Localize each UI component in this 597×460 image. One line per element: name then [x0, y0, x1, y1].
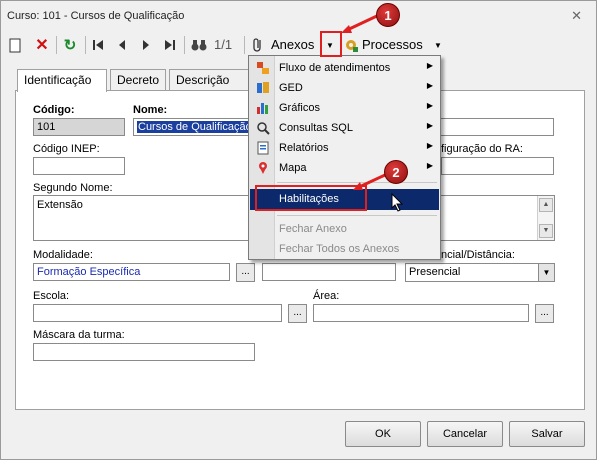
scroll-down-icon[interactable]: ▼: [539, 224, 553, 238]
codigo-inep-field[interactable]: [33, 157, 125, 175]
toolbar-separator: [244, 36, 245, 54]
unnamed-field[interactable]: [262, 263, 396, 281]
menu-item-label: Fluxo de atendimentos: [279, 62, 391, 74]
segundo-nome-text: Extensão: [37, 199, 83, 211]
menu-item-consultas-sql[interactable]: Consultas SQL ▶: [250, 118, 439, 138]
menu-item-label: Relatórios: [279, 142, 329, 154]
modalidade-lookup-button[interactable]: ...: [236, 263, 255, 282]
next-record-icon[interactable]: [139, 34, 153, 56]
report-icon: [257, 141, 269, 155]
config-ra-label: figuração do RA:: [441, 143, 523, 155]
scroll-up-icon[interactable]: ▲: [539, 198, 553, 212]
cancel-button[interactable]: Cancelar: [427, 421, 503, 447]
tab-decreto[interactable]: Decreto: [110, 69, 166, 90]
anexos-button[interactable]: Anexos: [271, 37, 314, 52]
map-pin-icon: [259, 162, 267, 174]
window-title: Curso: 101 - Cursos de Qualificação: [7, 10, 185, 22]
callout-2: 2: [384, 160, 408, 184]
close-icon[interactable]: ✕: [571, 8, 582, 24]
new-document-icon[interactable]: [7, 34, 23, 56]
escola-lookup-button[interactable]: ...: [288, 304, 307, 323]
processes-icon[interactable]: [343, 34, 359, 56]
menu-item-label: Mapa: [279, 162, 307, 174]
processos-dropdown-arrow[interactable]: ▼: [431, 34, 445, 56]
callout-1-arrow: [341, 13, 380, 33]
escola-field[interactable]: [33, 304, 282, 322]
anexos-dropdown-menu: Fluxo de atendimentos ▶ GED ▶ Gráficos ▶…: [248, 55, 441, 260]
submenu-arrow-icon: ▶: [426, 61, 433, 70]
presencial-label: ncial/Distância:: [441, 249, 515, 261]
modalidade-label: Modalidade:: [33, 249, 93, 261]
menu-item-graficos[interactable]: Gráficos ▶: [250, 98, 439, 118]
chart-icon: [257, 103, 268, 114]
submenu-arrow-icon: ▶: [426, 121, 433, 130]
binoculars-icon[interactable]: [189, 34, 209, 56]
submenu-arrow-icon: ▶: [426, 101, 433, 110]
chevron-down-icon[interactable]: ▼: [538, 264, 554, 281]
processos-button[interactable]: Processos: [362, 37, 423, 52]
nome-label: Nome:: [133, 104, 168, 116]
ged-icon: [257, 82, 269, 93]
presencial-value: Presencial: [409, 266, 461, 278]
mouse-cursor-icon: [391, 193, 404, 212]
mascara-field[interactable]: [33, 343, 255, 361]
course-window: Curso: 101 - Cursos de Qualificação ✕ ✕ …: [0, 0, 597, 460]
previous-record-icon[interactable]: [115, 34, 129, 56]
sql-icon: [257, 122, 270, 135]
menu-item-fechar-anexo: Fechar Anexo: [250, 219, 439, 239]
menu-item-label: Consultas SQL: [279, 122, 353, 134]
segundo-nome-scrollbar[interactable]: ▲ ▼: [537, 196, 554, 240]
modalidade-field[interactable]: Formação Específica: [33, 263, 230, 281]
menu-item-relatorios[interactable]: Relatórios ▶: [250, 138, 439, 158]
toolbar-separator: [184, 36, 185, 54]
menu-separator: [277, 215, 437, 216]
codigo-inep-label: Código INEP:: [33, 143, 100, 155]
menu-item-label: Gráficos: [279, 102, 320, 114]
menu-item-ged[interactable]: GED ▶: [250, 78, 439, 98]
menu-item-fluxo[interactable]: Fluxo de atendimentos ▶: [250, 58, 439, 78]
submenu-arrow-icon: ▶: [426, 81, 433, 90]
ok-button[interactable]: OK: [345, 421, 421, 447]
flow-icon: [257, 62, 269, 74]
first-record-icon[interactable]: [90, 34, 106, 56]
page-indicator: 1/1: [214, 37, 233, 52]
area-field[interactable]: [313, 304, 529, 322]
menu-item-mapa[interactable]: Mapa ▶: [250, 158, 439, 178]
refresh-icon[interactable]: ↻: [61, 34, 79, 56]
presencial-select[interactable]: Presencial ▼: [405, 263, 555, 282]
nome-selected-text: Cursos de Qualificação: [137, 121, 253, 133]
save-button[interactable]: Salvar: [509, 421, 585, 447]
mascara-label: Máscara da turma:: [33, 329, 125, 341]
codigo-field[interactable]: 101: [33, 118, 125, 136]
menu-item-label: Fechar Anexo: [279, 223, 347, 235]
escola-label: Escola:: [33, 290, 70, 302]
delete-icon[interactable]: ✕: [33, 34, 51, 56]
tab-descricao[interactable]: Descrição: [169, 69, 249, 90]
toolbar-separator: [56, 36, 57, 54]
title-bar: Curso: 101 - Cursos de Qualificação ✕: [1, 1, 596, 29]
area-label: Área:: [313, 290, 340, 302]
area-lookup-button[interactable]: ...: [535, 304, 554, 323]
submenu-arrow-icon: ▶: [426, 161, 433, 170]
menu-item-fechar-todos-anexos: Fechar Todos os Anexos: [250, 239, 439, 259]
codigo-label: Código:: [33, 104, 75, 116]
menu-item-label: Fechar Todos os Anexos: [279, 243, 400, 255]
segundo-nome-label: Segundo Nome:: [33, 182, 113, 194]
config-ra-field[interactable]: [441, 157, 554, 175]
menu-item-label: GED: [279, 82, 303, 94]
toolbar-separator: [85, 36, 86, 54]
last-record-icon[interactable]: [162, 34, 178, 56]
tab-identificacao[interactable]: Identificação: [17, 69, 107, 92]
submenu-arrow-icon: ▶: [426, 141, 433, 150]
paperclip-icon[interactable]: [250, 34, 266, 56]
callout-1: 1: [376, 3, 400, 27]
